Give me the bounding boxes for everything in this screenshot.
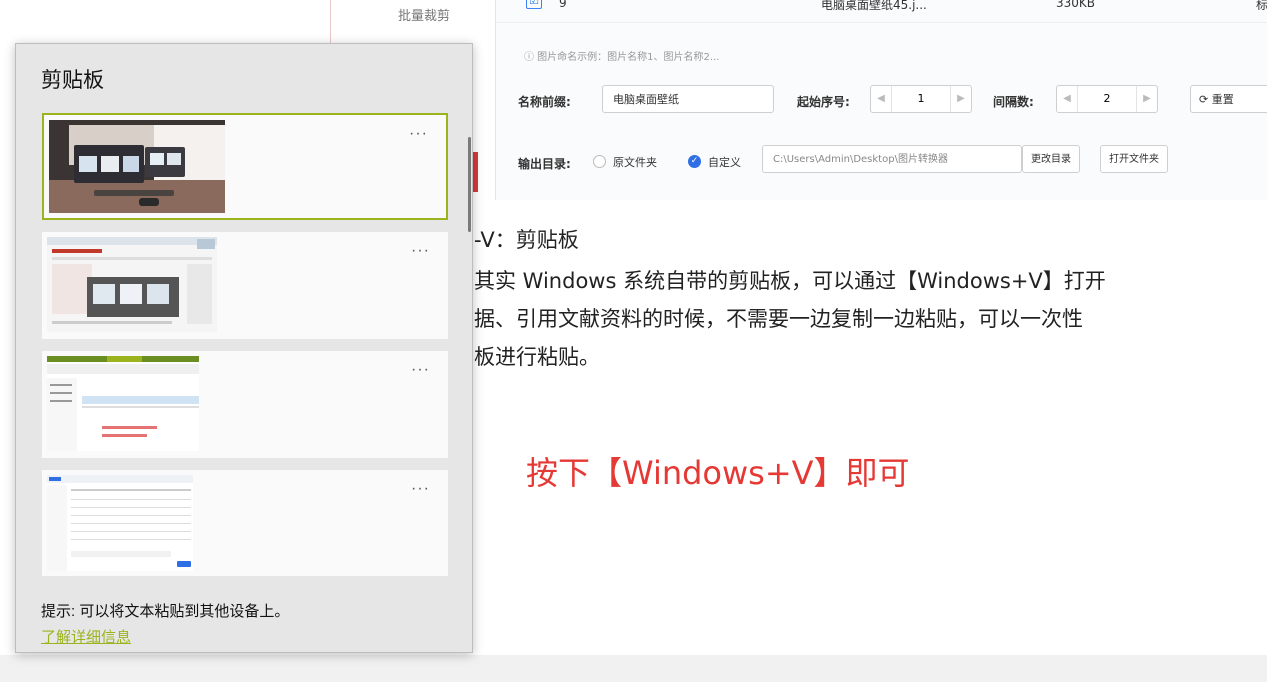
increment-icon[interactable]: ▶: [1136, 86, 1157, 112]
more-options-icon[interactable]: ···: [411, 480, 430, 498]
decrement-icon[interactable]: ◀: [871, 86, 892, 112]
menu-item-batch-crop[interactable]: 批量裁剪: [398, 5, 450, 24]
row-checkbox[interactable]: ☑: [526, 0, 542, 9]
clipboard-flyout[interactable]: 剪贴板 ··· ··· ··· ··· 提示: 可以将文本粘贴到其他设备上。 了…: [15, 43, 473, 653]
reset-button[interactable]: ⟳ 重置: [1190, 85, 1267, 113]
start-number-label: 起始序号:: [797, 95, 850, 109]
table-app-thumbnail: [47, 475, 193, 571]
decrement-icon[interactable]: ◀: [1057, 86, 1078, 112]
row-filename: 电脑桌面壁纸45.j...: [821, 0, 927, 12]
clipboard-title: 剪贴板: [41, 69, 104, 92]
change-directory-button[interactable]: 更改目录: [1022, 145, 1080, 173]
paragraph-line: 其实 Windows 系统自带的剪贴板，可以通过【Windows+V】打开: [474, 269, 1106, 293]
clipboard-item-thumbnail: [49, 120, 225, 213]
row-filesize: 330KB: [1056, 0, 1096, 10]
clipboard-item[interactable]: ···: [42, 470, 448, 576]
clipboard-item-thumbnail: [47, 237, 217, 332]
start-number-value: 1: [917, 92, 925, 105]
output-dir-label: 输出目录:: [518, 157, 571, 171]
interval-label: 间隔数:: [993, 95, 1034, 109]
clipboard-item-thumbnail: [47, 475, 193, 571]
name-prefix-label: 名称前缀:: [518, 95, 571, 109]
clipboard-item[interactable]: ···: [42, 113, 448, 220]
article-body: -V：剪贴板 其实 Windows 系统自带的剪贴板，可以通过【Windows+…: [474, 220, 1267, 520]
open-folder-button[interactable]: 打开文件夹: [1100, 145, 1168, 173]
name-prefix-input[interactable]: 电脑桌面壁纸: [602, 85, 774, 113]
clipboard-item[interactable]: ···: [42, 232, 448, 339]
radio-original-label: 原文件夹: [613, 156, 657, 169]
explorer-thumbnail: [47, 356, 199, 451]
row-index: 9: [559, 0, 567, 10]
output-path-input[interactable]: C:\Users\Admin\Desktop\图片转换器: [762, 145, 1022, 173]
increment-icon[interactable]: ▶: [950, 86, 971, 112]
learn-more-link[interactable]: 了解详细信息: [41, 626, 131, 647]
clipboard-tip: 提示: 可以将文本粘贴到其他设备上。: [41, 603, 290, 620]
active-tab-marker: [473, 152, 478, 192]
clipboard-item-thumbnail: [47, 356, 199, 451]
paragraph-line: 据、引用文献资料的时候，不需要一边复制一边粘贴，可以一次性: [474, 307, 1083, 331]
radio-custom-label: 自定义: [708, 156, 741, 169]
webpage-thumbnail: [47, 237, 217, 332]
radio-custom[interactable]: ✓: [688, 155, 701, 168]
start-number-stepper[interactable]: ◀ 1 ▶: [870, 85, 972, 113]
paragraph-line: 板进行粘贴。: [474, 345, 600, 369]
more-options-icon[interactable]: ···: [411, 361, 430, 379]
section-heading: -V：剪贴板: [474, 228, 579, 252]
clipboard-item[interactable]: ···: [42, 351, 448, 458]
settings-panel: ☑ 9 电脑桌面壁纸45.j... 330KB 标 ⓘ 图片命名示例：图片名称1…: [495, 0, 1267, 200]
naming-hint: ⓘ 图片命名示例：图片名称1、图片名称2...: [524, 52, 720, 63]
more-options-icon[interactable]: ···: [411, 242, 430, 260]
red-annotation: 按下【Windows+V】即可: [526, 454, 910, 492]
interval-stepper[interactable]: ◀ 2 ▶: [1056, 85, 1158, 113]
scrollbar[interactable]: [468, 137, 471, 232]
file-list-row[interactable]: ☑ 9 电脑桌面壁纸45.j... 330KB 标: [496, 0, 1267, 23]
desktop-photo-thumbnail: [49, 120, 225, 213]
radio-original-folder[interactable]: [593, 155, 606, 168]
row-extra: 标: [1256, 0, 1267, 12]
more-options-icon[interactable]: ···: [409, 125, 428, 143]
interval-value: 2: [1103, 92, 1111, 105]
